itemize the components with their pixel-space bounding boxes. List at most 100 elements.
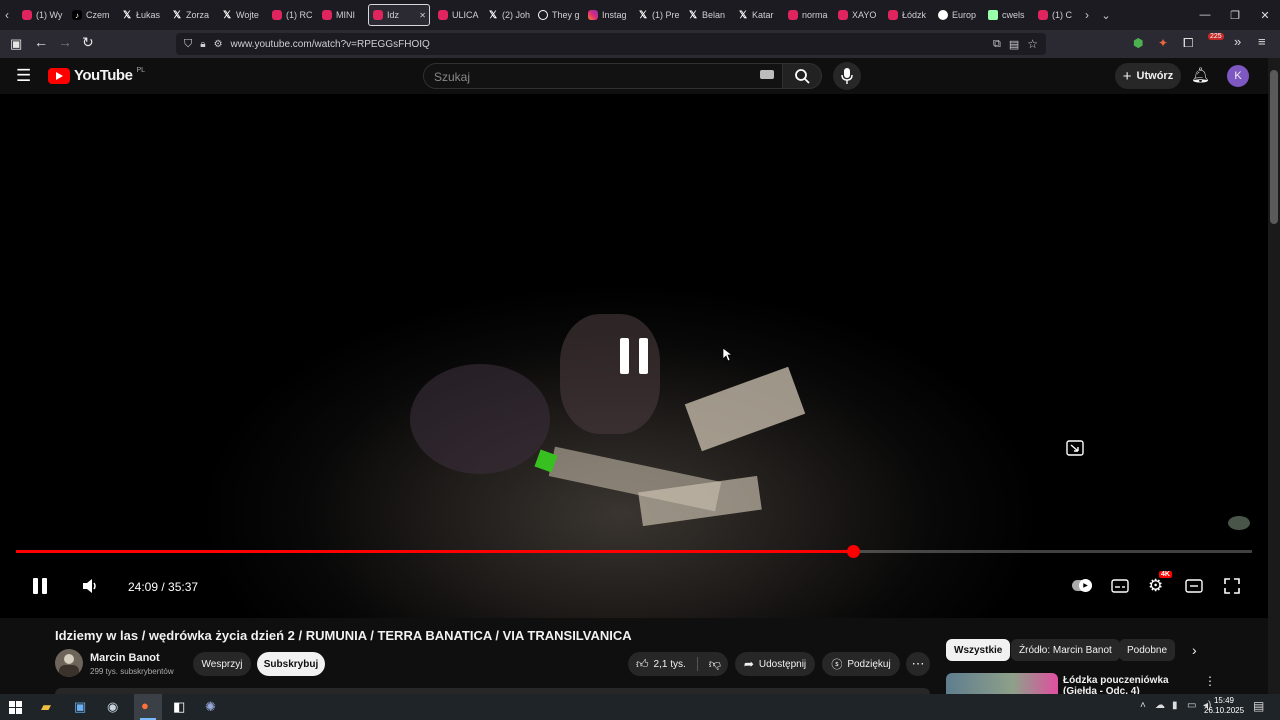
extension-icon[interactable]: ✦: [1158, 36, 1168, 50]
tab-scroll-left-icon[interactable]: ‹: [0, 8, 14, 22]
more-actions-icon[interactable]: ⋯: [906, 652, 930, 676]
steam-icon[interactable]: ◉: [107, 699, 118, 715]
browser-tab[interactable]: 𝕏 Zorza: [168, 4, 214, 26]
tray-chevron-icon[interactable]: ˄: [1140, 700, 1146, 711]
browser-tab[interactable]: Łódzk: [884, 4, 930, 26]
url-text[interactable]: www.youtube.com/watch?v=RPEGGsFHOIQ: [231, 39, 430, 50]
reader-view-icon[interactable]: ▤: [1009, 38, 1019, 51]
fullscreen-icon[interactable]: [1224, 578, 1240, 594]
chip-from-channel[interactable]: Źródło: Marcin Banot: [1011, 639, 1120, 661]
chips-next-icon[interactable]: ›: [1192, 642, 1197, 658]
network-icon[interactable]: ▭: [1187, 700, 1196, 711]
browser-tab[interactable]: They g: [534, 4, 580, 26]
browser-tab[interactable]: 𝕏 (2) Joh: [484, 4, 530, 26]
browser-tab[interactable]: ULICA: [434, 4, 480, 26]
windows-start-icon[interactable]: [9, 701, 22, 714]
like-icon[interactable]: 👍︎: [636, 657, 649, 672]
channel-watermark-icon[interactable]: [1228, 516, 1250, 530]
tab-scroll-right-icon[interactable]: ›: [1080, 8, 1094, 22]
voice-search-button[interactable]: [833, 62, 861, 90]
page-scrollbar-thumb[interactable]: [1270, 70, 1278, 224]
youtube-logo[interactable]: YouTube PL: [48, 67, 145, 84]
theater-mode-icon[interactable]: [1185, 579, 1203, 593]
forward-icon[interactable]: →: [58, 34, 72, 50]
browser-tab[interactable]: (1) RC: [268, 4, 314, 26]
permissions-icon[interactable]: ⚙: [214, 39, 223, 50]
browser-tab[interactable]: cwels: [984, 4, 1030, 26]
notification-center-icon[interactable]: ▤: [1253, 699, 1264, 713]
browser-tab[interactable]: ♪ Czem: [68, 4, 114, 26]
products-tag-icon[interactable]: [1066, 440, 1084, 456]
progress-scrubber-handle[interactable]: [847, 545, 860, 558]
channel-avatar[interactable]: [55, 649, 83, 677]
subscribe-button[interactable]: Subskrybuj: [257, 652, 325, 676]
browser-tab[interactable]: (1) C: [1034, 4, 1080, 26]
clock[interactable]: 15:49 26.10.2025: [1204, 696, 1244, 716]
recommended-video-menu-icon[interactable]: ⋮: [1204, 674, 1216, 688]
browser-tab[interactable]: (1) Wy: [18, 4, 64, 26]
adblock-badge[interactable]: 225: [1208, 33, 1224, 40]
chip-related[interactable]: Podobne: [1119, 639, 1176, 661]
search-input[interactable]: Szukaj: [423, 63, 783, 89]
browser-tab[interactable]: 𝕏 (1) Pre: [634, 4, 680, 26]
taskbar-active-app[interactable]: ●: [134, 694, 162, 720]
recommended-video-title[interactable]: Łódzka pouczeniówka (Giełda - Odc. 4): [1063, 675, 1203, 694]
tracking-shield-icon[interactable]: ⛉: [184, 38, 192, 51]
sidebar-toggle-icon[interactable]: ▣: [10, 36, 22, 52]
video-player[interactable]: [0, 94, 1268, 618]
microphone-tray-icon[interactable]: ▮: [1172, 700, 1178, 711]
dislike-icon[interactable]: 👎︎: [709, 657, 721, 672]
subtitles-icon[interactable]: [1111, 579, 1129, 593]
recommended-video-thumbnail[interactable]: [946, 673, 1058, 694]
vpn-extension-icon[interactable]: ⬢: [1133, 36, 1143, 50]
taskbar-app-icon[interactable]: ▣: [74, 699, 86, 715]
extensions-puzzle-icon[interactable]: ⧠: [1183, 35, 1193, 51]
browser-tab[interactable]: 𝕏 Katar: [734, 4, 780, 26]
browser-tab[interactable]: XAYO: [834, 4, 880, 26]
browser-tab[interactable]: 𝕏 Łukas: [118, 4, 164, 26]
avatar[interactable]: K: [1227, 65, 1249, 87]
thanks-button[interactable]: ⓢ Podziękuj: [822, 652, 900, 676]
browser-tab-label: Europ: [952, 10, 977, 20]
picture-in-picture-icon[interactable]: ⧉: [993, 38, 1001, 51]
support-button[interactable]: Wesprzyj: [193, 652, 251, 676]
share-button[interactable]: ➦ Udostępnij: [735, 652, 815, 676]
bookmark-star-icon[interactable]: ☆: [1027, 37, 1038, 51]
minimize-icon[interactable]: —: [1190, 9, 1220, 21]
volume-icon[interactable]: [82, 579, 98, 593]
autoplay-toggle[interactable]: ▶: [1072, 579, 1092, 592]
reload-icon[interactable]: ↻: [82, 34, 94, 51]
close-tab-icon[interactable]: ✕: [419, 11, 426, 20]
file-explorer-icon[interactable]: ▰: [41, 699, 51, 715]
keyboard-icon[interactable]: [760, 70, 774, 79]
browser-tab[interactable]: Europ: [934, 4, 980, 26]
browser-tab-label: XAYO: [852, 10, 877, 20]
browser-tab[interactable]: 𝕏 Wojte: [218, 4, 264, 26]
create-button[interactable]: + Utwórz: [1115, 63, 1181, 89]
close-window-icon[interactable]: ✕: [1250, 9, 1280, 22]
tab-list-dropdown-icon[interactable]: ⌄: [1094, 9, 1118, 22]
settings-gear-icon[interactable]: ⚙: [1148, 576, 1163, 596]
onedrive-icon[interactable]: ☁: [1155, 700, 1165, 711]
notifications-bell-icon[interactable]: 🔔︎: [1191, 66, 1210, 84]
browser-tab[interactable]: 𝕏 Belan: [684, 4, 730, 26]
lock-icon[interactable]: 🔒︎: [200, 39, 205, 50]
browser-tab[interactable]: norma: [784, 4, 830, 26]
pause-button-icon[interactable]: [32, 577, 48, 595]
guide-menu-icon[interactable]: ☰: [16, 66, 31, 86]
browser-tab[interactable]: MINI: [318, 4, 364, 26]
taskbar-app-icon[interactable]: ◧: [173, 699, 185, 715]
back-icon[interactable]: ←: [34, 34, 48, 50]
taskbar-app-icon[interactable]: ✺: [205, 699, 216, 715]
browser-tab[interactable]: Instag: [584, 4, 630, 26]
search-button[interactable]: [782, 63, 822, 89]
chip-all[interactable]: Wszystkie: [946, 639, 1011, 661]
channel-name[interactable]: Marcin Banot: [90, 652, 160, 664]
browser-tab-label: (1) C: [1052, 10, 1072, 20]
like-count[interactable]: 2,1 tys.: [654, 659, 686, 670]
browser-tab[interactable]: Idz ✕: [368, 4, 430, 26]
address-bar[interactable]: ⛉ 🔒︎ ⚙ www.youtube.com/watch?v=RPEGGsFHO…: [176, 33, 1046, 55]
overflow-chevrons-icon[interactable]: »: [1234, 34, 1241, 49]
restore-icon[interactable]: ❐: [1220, 9, 1250, 22]
app-menu-icon[interactable]: ≡: [1258, 34, 1266, 49]
